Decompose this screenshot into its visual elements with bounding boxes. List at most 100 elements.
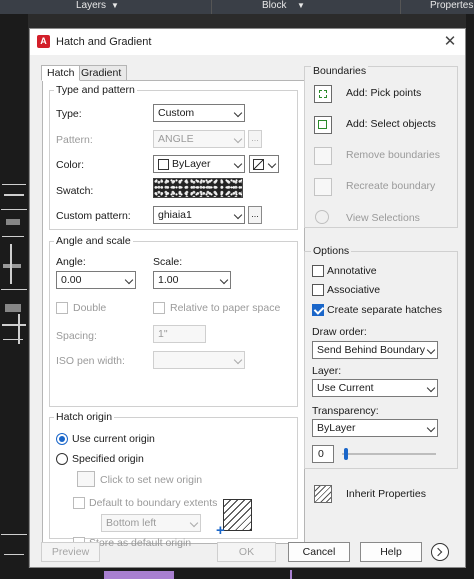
type-label: Type: [56, 108, 82, 120]
angle-label: Angle: [56, 256, 86, 268]
default-boundary-extents-label: Default to boundary extents [89, 497, 218, 509]
double-checkbox[interactable] [56, 302, 68, 314]
view-selections-label: View Selections [346, 212, 420, 224]
options-title: Options [311, 245, 352, 257]
create-separate-hatches-checkbox[interactable] [312, 304, 324, 316]
transparency-slider-track[interactable] [342, 453, 436, 455]
dialog-titlebar: A Hatch and Gradient ✕ [30, 29, 465, 55]
color-select[interactable]: ByLayer [153, 155, 245, 173]
preview-button[interactable]: Preview [41, 542, 100, 562]
associative-checkbox[interactable] [312, 284, 324, 296]
view-selections-button[interactable]: View Selections [308, 208, 454, 230]
drawing-canvas-bottom [28, 568, 466, 579]
click-to-set-origin-label[interactable]: Click to set new origin [100, 474, 202, 486]
transparency-number-input[interactable]: 0 [312, 445, 334, 463]
pattern-swatch-preview[interactable] [153, 178, 243, 198]
remove-boundaries-button[interactable]: Remove boundaries [308, 145, 454, 167]
inherit-properties-icon [314, 485, 332, 503]
type-select[interactable]: Custom [153, 104, 245, 122]
layer-label: Layer: [312, 365, 342, 377]
chevron-down-icon [233, 355, 243, 365]
boundary-extents-select[interactable]: Bottom left [101, 514, 201, 532]
hatch-tab-panel: Type and pattern Type: Custom Pattern: A… [42, 80, 305, 549]
pattern-browse-button[interactable]: ... [248, 130, 262, 148]
custom-pattern-label: Custom pattern: [56, 210, 131, 222]
background-color-select[interactable] [249, 155, 279, 173]
custom-pattern-browse-button[interactable]: ... [248, 206, 262, 224]
chevron-down-icon[interactable]: ▼ [111, 1, 119, 10]
add-pick-points-label: Add: Pick points [346, 87, 422, 99]
use-current-origin-label: Use current origin [72, 433, 155, 445]
tab-hatch[interactable]: Hatch [41, 65, 81, 81]
transparency-value: ByLayer [317, 422, 356, 434]
type-value: Custom [158, 107, 195, 119]
custom-pattern-value: ghiaia1 [158, 209, 192, 221]
chevron-down-icon [267, 159, 277, 169]
draw-order-select[interactable]: Send Behind Boundary [312, 341, 438, 359]
recreate-boundary-icon [314, 178, 332, 196]
iso-pen-width-label: ISO pen width: [56, 355, 125, 367]
chevron-down-icon [189, 518, 199, 528]
type-and-pattern-legend: Type and pattern [56, 84, 135, 96]
scale-select[interactable]: 1.00 [153, 271, 231, 289]
hatch-origin-legend: Hatch origin [56, 411, 113, 423]
add-select-objects-button[interactable]: Add: Select objects [308, 114, 454, 136]
transparency-slider-thumb[interactable] [344, 448, 348, 460]
angle-value: 0.00 [61, 274, 82, 286]
add-pick-points-button[interactable]: Add: Pick points [308, 83, 454, 105]
create-separate-hatches-label: Create separate hatches [327, 304, 442, 316]
click-origin-icon[interactable] [77, 471, 95, 487]
properties-panel-label[interactable]: Propertes [430, 0, 473, 11]
default-boundary-extents-checkbox[interactable] [73, 497, 85, 509]
inherit-properties-button[interactable]: Inherit Properties [308, 484, 454, 506]
chevron-down-icon [426, 345, 436, 355]
draw-order-label: Draw order: [312, 326, 367, 338]
help-button[interactable]: Help [360, 542, 422, 562]
specified-origin-label: Specified origin [72, 453, 144, 465]
block-panel-label[interactable]: Block [262, 0, 286, 11]
hatch-gradient-dialog: A Hatch and Gradient ✕ Hatch Gradient Ty… [29, 28, 466, 568]
layers-panel-label[interactable]: Layers [76, 0, 106, 11]
draw-order-value: Send Behind Boundary [317, 344, 425, 356]
spacing-input[interactable]: 1" [153, 325, 206, 343]
use-current-origin-radio[interactable] [56, 433, 68, 445]
more-options-chevron-icon[interactable] [431, 543, 449, 561]
pattern-label: Pattern: [56, 134, 93, 146]
recreate-boundary-button[interactable]: Recreate boundary [308, 176, 454, 198]
chevron-down-icon [124, 275, 134, 285]
layer-select[interactable]: Use Current [312, 379, 438, 397]
relative-paper-space-label: Relative to paper space [170, 302, 281, 314]
remove-boundaries-icon [314, 147, 332, 165]
transparency-select[interactable]: ByLayer [312, 419, 438, 437]
magnifier-icon [315, 210, 329, 224]
chevron-down-icon [233, 108, 243, 118]
chevron-down-icon[interactable]: ▼ [297, 1, 305, 10]
annotative-checkbox[interactable] [312, 265, 324, 277]
relative-paper-space-checkbox[interactable] [153, 302, 165, 314]
tab-gradient[interactable]: Gradient [75, 65, 128, 81]
cancel-button[interactable]: Cancel [288, 542, 350, 562]
chevron-down-icon [233, 159, 243, 169]
scale-value: 1.00 [158, 274, 179, 286]
chevron-down-icon [426, 423, 436, 433]
chevron-down-icon [233, 134, 243, 144]
color-label: Color: [56, 159, 85, 171]
store-default-origin-label: Store as default origin [89, 537, 192, 549]
no-color-icon [253, 159, 264, 170]
ok-button[interactable]: OK [217, 542, 276, 562]
close-icon[interactable]: ✕ [440, 32, 460, 52]
ribbon-panel-bar: Layers ▼ Block ▼ Propertes [0, 0, 474, 14]
swatch-label: Swatch: [56, 185, 94, 197]
pick-points-icon [314, 85, 332, 103]
chevron-down-icon [426, 383, 436, 393]
remove-boundaries-label: Remove boundaries [346, 149, 440, 161]
angle-and-scale-legend: Angle and scale [56, 235, 131, 247]
drawing-canvas-left [0, 14, 28, 579]
custom-pattern-select[interactable]: ghiaia1 [153, 206, 245, 224]
iso-pen-width-select[interactable] [153, 351, 245, 369]
origin-preview-icon [223, 499, 252, 531]
chevron-down-icon [233, 210, 243, 220]
pattern-select[interactable]: ANGLE [153, 130, 245, 148]
specified-origin-radio[interactable] [56, 453, 68, 465]
angle-select[interactable]: 0.00 [56, 271, 136, 289]
